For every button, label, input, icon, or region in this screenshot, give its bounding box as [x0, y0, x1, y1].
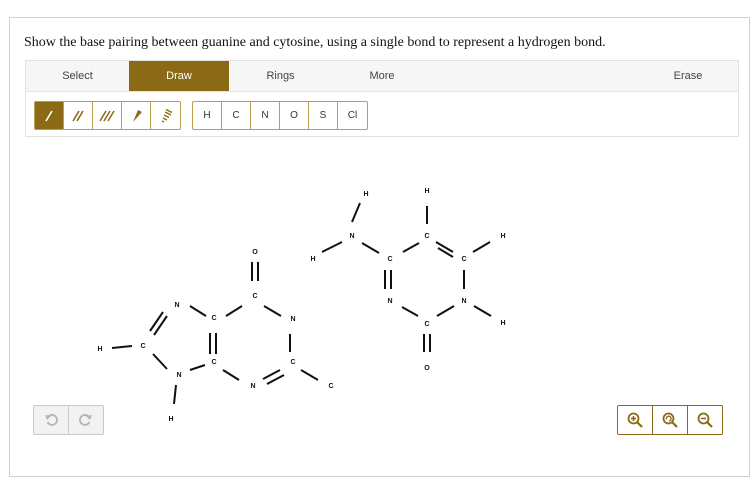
atom-label[interactable]: H	[500, 320, 505, 327]
atom-label[interactable]: N	[461, 298, 466, 305]
bond[interactable]	[351, 202, 361, 223]
zoom-controls	[617, 405, 723, 435]
history-controls	[33, 405, 104, 435]
bond[interactable]	[472, 241, 491, 253]
tab-draw[interactable]: Draw	[129, 61, 229, 91]
bond[interactable]	[153, 315, 168, 336]
bond[interactable]	[402, 242, 420, 253]
bond[interactable]	[300, 369, 319, 381]
zoom-in-button[interactable]	[618, 406, 653, 434]
atom-label[interactable]: C	[461, 256, 466, 263]
hash-bond-icon	[161, 108, 172, 123]
atom-label[interactable]: C	[290, 359, 295, 366]
atom-label[interactable]: H	[424, 188, 429, 195]
tab-more[interactable]: More	[332, 61, 432, 91]
bond[interactable]	[189, 364, 206, 371]
atom-label[interactable]: O	[252, 249, 258, 256]
atom-tool-group: H C N O S Cl	[192, 101, 368, 130]
atom-h-button[interactable]: H	[193, 102, 222, 129]
triple-bond-icon	[99, 110, 115, 121]
bond[interactable]	[152, 353, 168, 370]
tab-rings[interactable]: Rings	[229, 61, 332, 91]
hash-bond-button[interactable]	[151, 102, 180, 129]
atom-n-button[interactable]: N	[251, 102, 280, 129]
atom-s-button[interactable]: S	[309, 102, 338, 129]
drawing-editor: Select Draw Rings More Erase H C N O S C…	[25, 60, 739, 137]
atom-label[interactable]: C	[252, 293, 257, 300]
tab-erase[interactable]: Erase	[638, 61, 738, 91]
bond[interactable]	[361, 242, 380, 254]
single-bond-icon	[45, 110, 53, 121]
bond[interactable]	[263, 305, 282, 317]
atom-label[interactable]: C	[140, 343, 145, 350]
bond[interactable]	[321, 241, 343, 253]
bond[interactable]	[473, 305, 492, 317]
atom-label[interactable]: C	[424, 233, 429, 240]
atom-c-button[interactable]: C	[222, 102, 251, 129]
atom-label[interactable]: H	[168, 416, 173, 423]
zoom-in-icon	[627, 412, 643, 428]
atom-label[interactable]: C	[424, 321, 429, 328]
undo-icon	[45, 414, 58, 426]
molecule-bonds	[111, 202, 492, 405]
atom-cl-button[interactable]: Cl	[338, 102, 367, 129]
zoom-out-icon	[697, 412, 713, 428]
bond[interactable]	[189, 305, 207, 317]
triple-bond-button[interactable]	[93, 102, 122, 129]
atom-label[interactable]: N	[174, 302, 179, 309]
atom-label[interactable]: H	[363, 191, 368, 198]
atom-label[interactable]: H	[97, 346, 102, 353]
bond[interactable]	[436, 305, 455, 317]
atom-label[interactable]: C	[387, 256, 392, 263]
zoom-reset-button[interactable]	[653, 406, 688, 434]
atom-label[interactable]: N	[387, 298, 392, 305]
redo-icon	[79, 414, 92, 426]
atom-label[interactable]: H	[310, 256, 315, 263]
bond[interactable]	[225, 305, 243, 317]
atom-o-button[interactable]: O	[280, 102, 309, 129]
editor-tabs: Select Draw Rings More Erase	[26, 61, 738, 92]
bond[interactable]	[222, 369, 240, 381]
atom-label[interactable]: C	[328, 383, 333, 390]
atom-label[interactable]: C	[211, 359, 216, 366]
bond[interactable]	[173, 384, 177, 405]
wedge-bond-button[interactable]	[122, 102, 151, 129]
atom-label[interactable]: N	[250, 383, 255, 390]
bond[interactable]	[435, 241, 454, 253]
atom-label[interactable]: H	[500, 233, 505, 240]
single-bond-button[interactable]	[35, 102, 64, 129]
atom-label[interactable]: N	[290, 316, 295, 323]
atom-label[interactable]: C	[211, 315, 216, 322]
atom-label[interactable]: N	[349, 233, 354, 240]
bond[interactable]	[149, 311, 164, 332]
bond-tool-group	[34, 101, 181, 130]
zoom-reset-icon	[662, 412, 678, 428]
bond[interactable]	[111, 345, 133, 349]
wedge-bond-icon	[133, 109, 142, 122]
redo-button[interactable]	[69, 406, 103, 434]
atom-label[interactable]: N	[176, 372, 181, 379]
question-text: Show the base pairing between guanine an…	[24, 35, 606, 50]
double-bond-icon	[72, 110, 84, 121]
tab-select[interactable]: Select	[26, 61, 129, 91]
molecule-atoms: H N H C C H C H N C H N C O O C N N C C …	[97, 188, 505, 423]
double-bond-button[interactable]	[64, 102, 93, 129]
bond[interactable]	[437, 247, 454, 258]
undo-button[interactable]	[34, 406, 69, 434]
bond[interactable]	[401, 306, 419, 317]
zoom-out-button[interactable]	[688, 406, 722, 434]
atom-label[interactable]: O	[424, 365, 430, 372]
